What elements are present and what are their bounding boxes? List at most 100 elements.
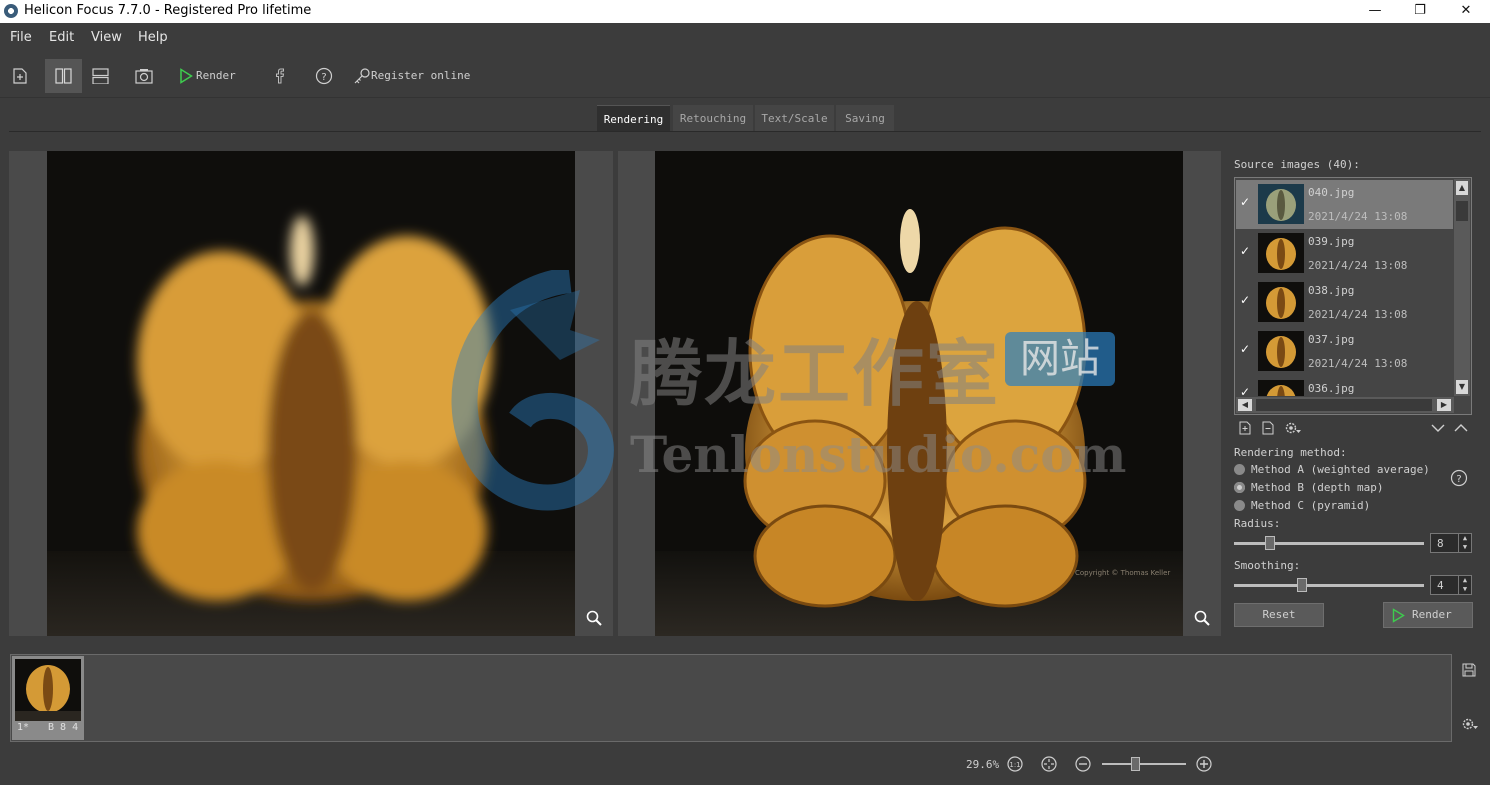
checkbox-039[interactable]: ✓ xyxy=(1240,245,1253,258)
method-a-radio[interactable] xyxy=(1234,464,1245,475)
tab-retouching[interactable]: Retouching xyxy=(673,105,753,131)
walnut-blurred-image xyxy=(47,151,575,636)
menu-edit[interactable]: Edit xyxy=(49,30,74,45)
method-c-label[interactable]: Method C (pyramid) xyxy=(1251,499,1370,512)
smoothing-slider-handle[interactable] xyxy=(1297,578,1307,592)
toolbar: Render ? Register online xyxy=(0,53,1490,98)
zoom-out-icon[interactable] xyxy=(1074,755,1092,773)
render-button[interactable]: Render xyxy=(1383,602,1473,628)
scroll-right-arrow-icon[interactable]: ▶ xyxy=(1437,399,1451,411)
list-item[interactable]: ✓ 039.jpg 2021/4/24 13:08 xyxy=(1236,229,1453,278)
menu-help[interactable]: Help xyxy=(138,30,168,45)
file-name: 040.jpg xyxy=(1308,186,1355,199)
method-b-radio[interactable] xyxy=(1234,482,1245,493)
zoom-left-icon[interactable] xyxy=(585,609,603,627)
smoothing-slider-track[interactable] xyxy=(1234,584,1424,587)
output-strip-item[interactable]: 1* B 8 4 xyxy=(12,656,84,740)
app-logo-icon xyxy=(4,4,18,18)
new-stack-button[interactable] xyxy=(6,59,34,93)
file-date: 2021/4/24 13:08 xyxy=(1308,357,1408,370)
facebook-button[interactable] xyxy=(266,59,294,93)
register-online-button[interactable]: Register online xyxy=(350,59,470,93)
method-b-label[interactable]: Method B (depth map) xyxy=(1251,481,1383,494)
close-button[interactable]: ✕ xyxy=(1443,0,1489,23)
checkbox-036[interactable]: ✓ xyxy=(1240,386,1253,397)
actual-size-icon[interactable]: 1:1 xyxy=(1006,755,1024,773)
tab-text-scale[interactable]: Text/Scale xyxy=(755,105,834,131)
radius-stepper-arrows-icon[interactable]: ▲ ▼ xyxy=(1458,534,1471,552)
reset-button[interactable]: Reset xyxy=(1234,603,1324,627)
thumbnail-037 xyxy=(1258,331,1304,371)
smoothing-stepper[interactable]: 4 ▲ ▼ xyxy=(1430,575,1472,595)
facebook-icon xyxy=(276,68,285,84)
radius-slider-handle[interactable] xyxy=(1264,536,1275,550)
method-c-radio[interactable] xyxy=(1234,500,1245,511)
smoothing-stepper-arrows-icon[interactable]: ▲ ▼ xyxy=(1458,576,1471,594)
zoom-in-icon[interactable] xyxy=(1195,755,1213,773)
output-thumbnail xyxy=(15,659,81,721)
zoom-level: 29.6% xyxy=(966,758,1000,771)
method-a-label[interactable]: Method A (weighted average) xyxy=(1251,463,1430,476)
scroll-thumb-horizontal[interactable] xyxy=(1256,399,1432,411)
minimize-button[interactable]: — xyxy=(1352,0,1398,23)
method-help-icon[interactable]: ? xyxy=(1450,469,1468,487)
remove-file-icon[interactable] xyxy=(1262,421,1274,435)
save-icon[interactable] xyxy=(1462,663,1476,677)
camera-button[interactable] xyxy=(128,59,160,93)
checkbox-038[interactable]: ✓ xyxy=(1240,294,1253,307)
file-name: 039.jpg xyxy=(1308,235,1355,248)
result-preview-image[interactable]: Copyright © Thomas Keller xyxy=(655,151,1183,636)
play-icon xyxy=(180,68,193,84)
tab-saving[interactable]: Saving xyxy=(836,105,894,131)
list-item[interactable]: ✓ 038.jpg 2021/4/24 13:08 xyxy=(1236,278,1453,327)
two-panes-button[interactable] xyxy=(45,59,82,93)
help-button[interactable]: ? xyxy=(310,59,338,93)
source-images-list[interactable]: ✓ 040.jpg 2021/4/24 13:08 ✓ 039.jpg 2021… xyxy=(1234,177,1472,415)
scroll-thumb[interactable] xyxy=(1456,201,1468,221)
zoom-slider-handle[interactable] xyxy=(1130,757,1140,771)
output-settings-gear-icon[interactable] xyxy=(1462,717,1478,731)
render-button-label: Render xyxy=(1412,608,1452,621)
maximize-button[interactable]: ❐ xyxy=(1397,0,1443,23)
thumbnail-039 xyxy=(1258,233,1304,273)
register-online-label: Register online xyxy=(371,69,471,82)
fit-to-window-icon[interactable] xyxy=(1040,755,1058,773)
zoom-slider-track[interactable] xyxy=(1102,763,1186,765)
camera-icon xyxy=(135,69,153,84)
radius-stepper[interactable]: 8 ▲ ▼ xyxy=(1430,533,1472,553)
output-strip[interactable] xyxy=(10,654,1452,742)
menu-view[interactable]: View xyxy=(91,30,122,45)
stacked-panes-button[interactable] xyxy=(84,59,116,93)
output-item-info: B 8 4 xyxy=(48,722,79,733)
list-item[interactable]: ✓ 037.jpg 2021/4/24 13:08 xyxy=(1236,327,1453,376)
scroll-left-arrow-icon[interactable]: ◀ xyxy=(1238,399,1252,411)
add-file-icon[interactable] xyxy=(1239,421,1251,435)
zoom-right-icon[interactable] xyxy=(1193,609,1211,627)
menu-file[interactable]: File xyxy=(10,30,32,45)
chevron-down-icon[interactable] xyxy=(1431,423,1445,433)
thumbnail-038 xyxy=(1258,282,1304,322)
list-horizontal-scrollbar[interactable]: ◀ ▶ xyxy=(1236,397,1454,413)
chevron-up-icon[interactable] xyxy=(1454,423,1468,433)
checkbox-037[interactable]: ✓ xyxy=(1240,343,1253,356)
smoothing-value: 4 xyxy=(1437,579,1444,592)
thumbnail-036 xyxy=(1258,380,1304,396)
window-title: Helicon Focus 7.7.0 - Registered Pro lif… xyxy=(24,3,312,18)
radius-slider-track[interactable] xyxy=(1234,542,1424,545)
scroll-down-arrow-icon[interactable]: ▼ xyxy=(1456,380,1468,394)
two-panes-icon xyxy=(55,68,72,84)
list-vertical-scrollbar[interactable]: ▲ ▼ xyxy=(1454,179,1470,396)
tab-divider xyxy=(9,131,1481,132)
list-item[interactable]: ✓ 040.jpg 2021/4/24 13:08 xyxy=(1236,180,1453,229)
key-icon xyxy=(354,68,370,84)
source-preview-image[interactable] xyxy=(47,151,575,636)
file-name: 037.jpg xyxy=(1308,333,1355,346)
checkbox-040[interactable]: ✓ xyxy=(1240,196,1253,209)
scroll-up-arrow-icon[interactable]: ▲ xyxy=(1456,181,1468,195)
tab-rendering[interactable]: Rendering xyxy=(597,105,670,132)
list-item[interactable]: ✓ 036.jpg xyxy=(1236,376,1453,396)
render-toolbar-button[interactable]: Render xyxy=(172,59,240,93)
source-images-header: Source images (40): xyxy=(1234,158,1360,171)
list-settings-gear-icon[interactable] xyxy=(1285,421,1301,435)
file-name: 036.jpg xyxy=(1308,382,1355,395)
